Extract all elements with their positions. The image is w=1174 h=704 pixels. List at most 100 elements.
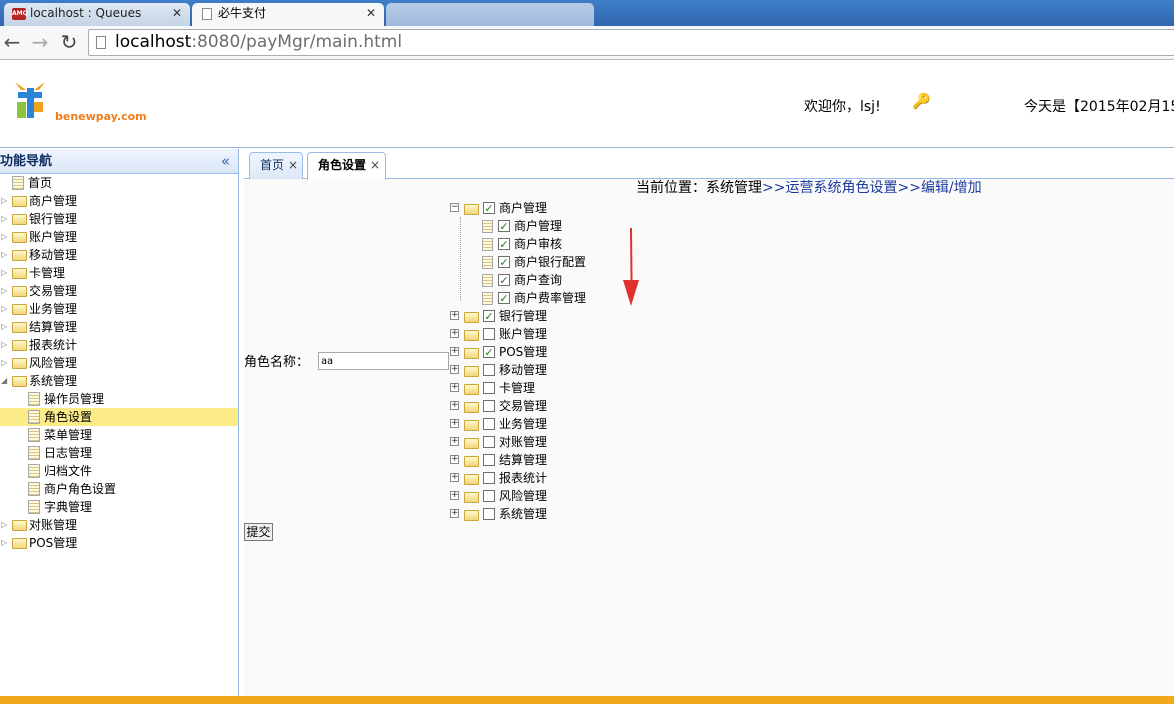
sidebar-item-label: 对账管理 bbox=[29, 518, 78, 532]
tree-checkbox[interactable] bbox=[483, 508, 495, 520]
sidebar-item-label: 字典管理 bbox=[44, 500, 93, 514]
tree-checkbox[interactable] bbox=[483, 472, 495, 484]
sidebar-item[interactable]: ▷ 报表统计 bbox=[0, 336, 238, 354]
expanded-arrow-icon[interactable]: ◢ bbox=[1, 372, 7, 390]
expand-toggle-icon[interactable]: + bbox=[450, 383, 459, 392]
tree-node-label: 商户管理 bbox=[499, 201, 548, 215]
tree-checkbox[interactable]: ✓ bbox=[498, 292, 510, 304]
breadcrumb-link-edit-add[interactable]: 编辑/增加 bbox=[921, 180, 982, 196]
sidebar-item[interactable]: 日志管理 bbox=[0, 444, 238, 462]
tree-checkbox[interactable]: ✓ bbox=[498, 220, 510, 232]
collapsed-arrow-icon[interactable]: ▷ bbox=[1, 336, 7, 354]
breadcrumb-sep: >> bbox=[897, 180, 921, 196]
collapsed-arrow-icon[interactable]: ▷ bbox=[1, 354, 7, 372]
close-icon[interactable]: × bbox=[288, 158, 298, 172]
browser-tab-blurred[interactable] bbox=[386, 3, 594, 26]
logo-url: benewpay.com bbox=[55, 110, 147, 123]
role-name-input[interactable] bbox=[318, 352, 449, 370]
tree-checkbox[interactable]: ✓ bbox=[483, 346, 495, 358]
tree-checkbox[interactable]: ✓ bbox=[498, 274, 510, 286]
file-icon bbox=[28, 428, 40, 442]
folder-icon bbox=[464, 312, 479, 323]
sidebar-item[interactable]: ▷ 结算管理 bbox=[0, 318, 238, 336]
sidebar-item[interactable]: ▷ 业务管理 bbox=[0, 300, 238, 318]
folder-icon bbox=[464, 492, 479, 503]
tree-checkbox[interactable]: ✓ bbox=[483, 202, 495, 214]
expand-toggle-icon[interactable]: + bbox=[450, 473, 459, 482]
tab-role-settings[interactable]: 角色设置 × bbox=[307, 152, 386, 180]
expand-toggle-icon[interactable]: + bbox=[450, 419, 459, 428]
expand-toggle-icon[interactable]: + bbox=[450, 401, 459, 410]
sidebar-item[interactable]: 角色设置 bbox=[0, 408, 238, 426]
tree-checkbox[interactable] bbox=[483, 328, 495, 340]
browser-tab-title: 必牛支付 bbox=[218, 6, 267, 20]
tree-checkbox[interactable]: ✓ bbox=[483, 310, 495, 322]
tree-checkbox[interactable] bbox=[483, 418, 495, 430]
collapsed-arrow-icon[interactable]: ▷ bbox=[1, 516, 7, 534]
expand-toggle-icon[interactable]: + bbox=[450, 509, 459, 518]
sidebar-item[interactable]: ▷ 银行管理 bbox=[0, 210, 238, 228]
collapsed-arrow-icon[interactable]: ▷ bbox=[1, 300, 7, 318]
close-icon[interactable]: × bbox=[370, 158, 380, 172]
url-text: localhost:8080/payMgr/main.html bbox=[115, 32, 402, 53]
expand-toggle-icon[interactable]: + bbox=[450, 437, 459, 446]
sidebar-item-label: 移动管理 bbox=[29, 248, 78, 262]
tree-checkbox[interactable]: ✓ bbox=[498, 256, 510, 268]
expand-toggle-icon[interactable]: + bbox=[450, 491, 459, 500]
address-bar[interactable]: localhost:8080/payMgr/main.html bbox=[88, 29, 1174, 56]
breadcrumb-link-role-settings[interactable]: 运营系统角色设置 bbox=[785, 180, 897, 196]
collapsed-arrow-icon[interactable]: ▷ bbox=[1, 228, 7, 246]
sidebar-item[interactable]: ◢ 系统管理 bbox=[0, 372, 238, 390]
browser-tab-queues[interactable]: AMQ localhost : Queues ✕ bbox=[4, 3, 190, 26]
collapsed-arrow-icon[interactable]: ▷ bbox=[1, 192, 7, 210]
sidebar-item[interactable]: 商户角色设置 bbox=[0, 480, 238, 498]
breadcrumb-prefix: 当前位置：系统管理 bbox=[636, 180, 762, 196]
collapsed-arrow-icon[interactable]: ▷ bbox=[1, 210, 7, 228]
expand-toggle-icon[interactable]: + bbox=[450, 329, 459, 338]
sidebar-item[interactable]: ▷ 对账管理 bbox=[0, 516, 238, 534]
sidebar-item[interactable]: 字典管理 bbox=[0, 498, 238, 516]
tree-node-label: 移动管理 bbox=[499, 363, 548, 377]
sidebar-item[interactable]: ▷ 账户管理 bbox=[0, 228, 238, 246]
key-icon[interactable]: 🔑 bbox=[912, 92, 931, 110]
close-icon[interactable]: ✕ bbox=[172, 3, 182, 24]
expand-toggle-icon[interactable]: + bbox=[450, 365, 459, 374]
submit-button[interactable]: 提交 bbox=[244, 523, 273, 541]
sidebar-item[interactable]: 归档文件 bbox=[0, 462, 238, 480]
collapsed-arrow-icon[interactable]: ▷ bbox=[1, 534, 7, 552]
collapse-toggle-icon[interactable]: − bbox=[450, 203, 459, 212]
tree-checkbox[interactable] bbox=[483, 436, 495, 448]
collapsed-arrow-icon[interactable]: ▷ bbox=[1, 282, 7, 300]
tree-checkbox[interactable] bbox=[483, 400, 495, 412]
browser-tab-strip: AMQ localhost : Queues ✕ 必牛支付 ✕ bbox=[0, 0, 1174, 27]
tree-checkbox[interactable] bbox=[483, 454, 495, 466]
reload-icon[interactable]: ↻ bbox=[58, 31, 80, 53]
tree-checkbox[interactable] bbox=[483, 490, 495, 502]
double-chevron-left-icon[interactable]: « bbox=[221, 149, 230, 174]
sidebar-item[interactable]: ▷ POS管理 bbox=[0, 534, 238, 552]
folder-icon bbox=[12, 304, 27, 315]
tree-checkbox[interactable] bbox=[483, 382, 495, 394]
sidebar-item[interactable]: ▷ 卡管理 bbox=[0, 264, 238, 282]
close-icon[interactable]: ✕ bbox=[366, 3, 376, 24]
browser-tab-active[interactable]: 必牛支付 ✕ bbox=[192, 3, 384, 27]
sidebar-item[interactable]: ▷ 移动管理 bbox=[0, 246, 238, 264]
expand-toggle-icon[interactable]: + bbox=[450, 311, 459, 320]
sidebar-item[interactable]: ▷ 风险管理 bbox=[0, 354, 238, 372]
forward-arrow-icon[interactable]: → bbox=[29, 31, 51, 53]
collapsed-arrow-icon[interactable]: ▷ bbox=[1, 264, 7, 282]
back-arrow-icon[interactable]: ← bbox=[1, 31, 23, 53]
tree-checkbox[interactable] bbox=[483, 364, 495, 376]
tree-checkbox[interactable]: ✓ bbox=[498, 238, 510, 250]
collapsed-arrow-icon[interactable]: ▷ bbox=[1, 246, 7, 264]
file-icon bbox=[28, 392, 40, 406]
sidebar-item[interactable]: ▷ 交易管理 bbox=[0, 282, 238, 300]
sidebar-item[interactable]: 首页 bbox=[0, 174, 238, 192]
sidebar-item[interactable]: 操作员管理 bbox=[0, 390, 238, 408]
sidebar-item[interactable]: 菜单管理 bbox=[0, 426, 238, 444]
expand-toggle-icon[interactable]: + bbox=[450, 347, 459, 356]
collapsed-arrow-icon[interactable]: ▷ bbox=[1, 318, 7, 336]
expand-toggle-icon[interactable]: + bbox=[450, 455, 459, 464]
sidebar-item[interactable]: ▷ 商户管理 bbox=[0, 192, 238, 210]
tab-home[interactable]: 首页 × bbox=[249, 152, 303, 179]
